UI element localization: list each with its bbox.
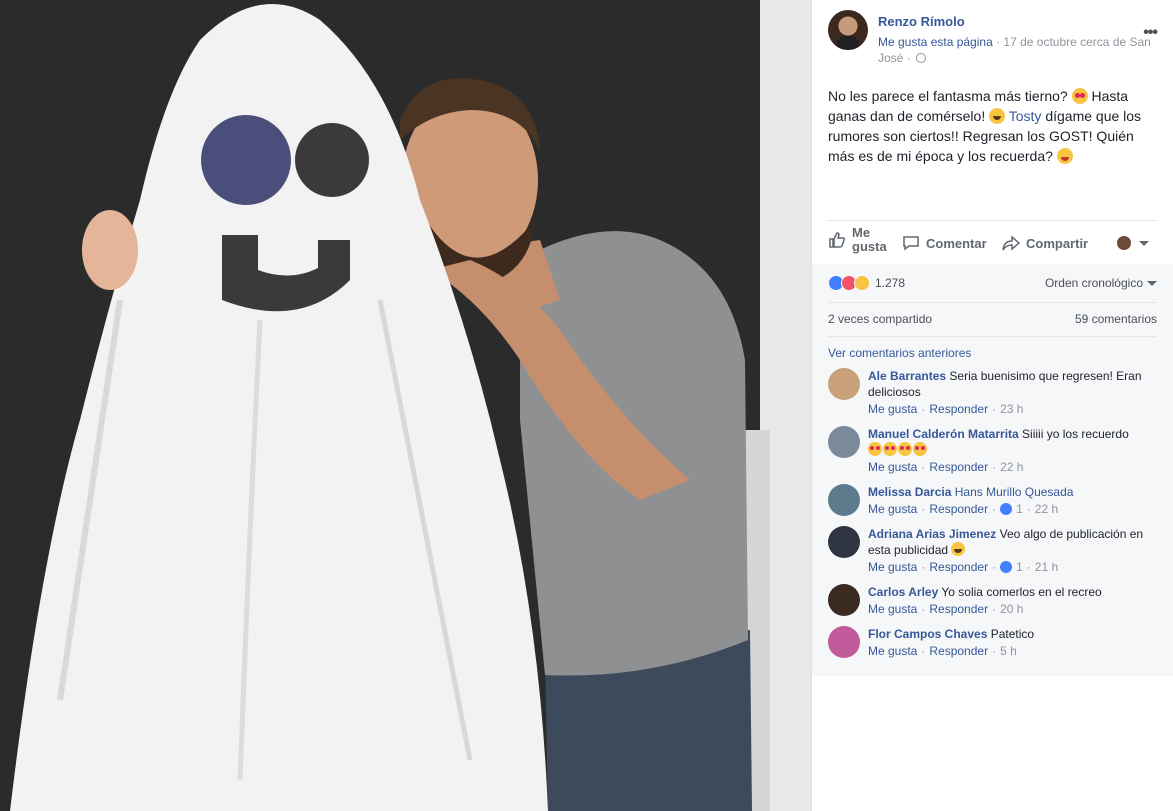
comment-icon <box>902 234 920 252</box>
post-panel: Renzo Rímolo Me gusta esta página · 17 d… <box>811 0 1173 811</box>
commenter-avatar[interactable] <box>828 526 860 558</box>
divider <box>828 336 1157 337</box>
heart-eyes-emoji-icon <box>1071 88 1088 104</box>
share-button[interactable]: Compartir <box>1002 234 1088 252</box>
commenter-name[interactable]: Ale Barrantes <box>868 369 946 383</box>
comment-time[interactable]: 23 h <box>1000 402 1023 416</box>
comment-actions: Me gusta · Responder · 20 h <box>868 602 1024 616</box>
comment-reply-link[interactable]: Responder <box>929 602 988 616</box>
heart-eyes-emoji-icon <box>883 442 897 456</box>
comment-like-link[interactable]: Me gusta <box>868 402 917 416</box>
commenter-name[interactable]: Carlos Arley <box>868 585 938 599</box>
mention-link[interactable]: Tosty <box>1009 108 1042 124</box>
divider <box>828 302 1157 303</box>
reactions-summary[interactable]: 1.278 Orden cronológico <box>828 272 1157 294</box>
commenter-name[interactable]: Adriana Arias Jimenez <box>868 527 996 541</box>
comment-like-link[interactable]: Me gusta <box>868 502 917 516</box>
comment-reply-link[interactable]: Responder <box>929 402 988 416</box>
winking-tongue-emoji-icon <box>1056 148 1073 164</box>
commenter-name[interactable]: Manuel Calderón Matarrita <box>868 427 1019 441</box>
comment-button[interactable]: Comentar <box>902 234 987 252</box>
comments-count[interactable]: 59 comentarios <box>1075 312 1157 326</box>
post-photo[interactable] <box>0 0 811 811</box>
comment-like-link[interactable]: Me gusta <box>868 644 917 658</box>
sort-dropdown[interactable]: Orden cronológico <box>1045 276 1157 290</box>
like-page-link[interactable]: Me gusta esta página <box>878 35 993 49</box>
heart-eyes-emoji-icon <box>868 442 882 456</box>
comment-item: Melissa Darcia Hans Murillo Quesada Me g… <box>828 484 1157 524</box>
comment-time[interactable]: 20 h <box>1000 602 1023 616</box>
chevron-down-icon <box>1147 280 1157 286</box>
viewer-avatar <box>1117 236 1131 250</box>
comment-item: Flor Campos Chaves Patetico Me gusta · Re… <box>828 626 1157 662</box>
commenter-name[interactable]: Melissa Darcia <box>868 485 951 499</box>
commenter-avatar[interactable] <box>828 584 860 616</box>
like-reaction-icon <box>1000 561 1013 573</box>
shares-count[interactable]: 2 veces compartido <box>828 312 932 326</box>
comment-item: Adriana Arias Jimenez Veo algo de public… <box>828 526 1157 578</box>
comment-like-link[interactable]: Me gusta <box>868 560 917 574</box>
comment-like-count[interactable]: 1 <box>1016 502 1023 516</box>
view-previous-comments-link[interactable]: Ver comentarios anteriores <box>828 346 971 360</box>
comment-item: Carlos Arley Yo solia comerlos en el rec… <box>828 584 1157 620</box>
comment-actions: Me gusta · Responder · 23 h <box>868 402 1024 416</box>
comment-time[interactable]: 21 h <box>1035 560 1058 574</box>
thumbs-up-icon <box>828 231 846 249</box>
comment-reply-link[interactable]: Responder <box>929 560 988 574</box>
comment-reply-link[interactable]: Responder <box>929 460 988 474</box>
comment-time[interactable]: 22 h <box>1035 502 1058 516</box>
like-reaction-icon <box>1000 503 1013 515</box>
comment-item: Ale Barrantes Seria buenisimo que regres… <box>828 368 1157 420</box>
comment-text: Yo solia comerlos en el recreo <box>941 585 1102 599</box>
comment-text: Patetico <box>990 627 1035 641</box>
commenter-name[interactable]: Flor Campos Chaves <box>868 627 987 641</box>
commenter-avatar[interactable] <box>828 484 860 516</box>
laughing-emoji-icon <box>951 542 966 556</box>
comment-reply-link[interactable]: Responder <box>929 502 988 516</box>
post-meta: Me gusta esta página · 17 de octubre cer… <box>878 34 1158 66</box>
globe-icon <box>916 53 927 63</box>
photo-illustration <box>0 0 811 811</box>
post-text: No les parece el fantasma más tierno? Ha… <box>828 88 1142 164</box>
laughing-emoji-icon <box>989 108 1006 124</box>
comment-like-link[interactable]: Me gusta <box>868 460 917 474</box>
commenter-avatar[interactable] <box>828 626 860 658</box>
commenter-avatar[interactable] <box>828 368 860 400</box>
heart-eyes-emoji-icon <box>913 442 927 456</box>
author-name[interactable]: Renzo Rímolo <box>878 14 965 29</box>
comment-text: Siiiii yo los recuerdo <box>1022 427 1129 441</box>
comment-actions: Me gusta · Responder · 22 h <box>868 460 1024 474</box>
shares-row: 2 veces compartido 59 comentarios <box>828 312 1157 326</box>
comment-item: Manuel Calderón Matarrita Siiiii yo los … <box>828 426 1157 478</box>
comment-reply-link[interactable]: Responder <box>929 644 988 658</box>
author-avatar[interactable] <box>828 10 868 50</box>
divider <box>828 220 1157 221</box>
comment-like-link[interactable]: Me gusta <box>868 602 917 616</box>
comment-actions: Me gusta · Responder · 5 h <box>868 644 1017 658</box>
comment-time[interactable]: 5 h <box>1000 644 1017 658</box>
chevron-down-icon <box>1139 240 1149 246</box>
commenter-avatar[interactable] <box>828 426 860 458</box>
more-options-icon[interactable]: ••• <box>1143 24 1158 42</box>
post-header: Renzo Rímolo Me gusta esta página · 17 d… <box>828 10 1161 70</box>
comment-actions: Me gusta · Responder · 1 · 22 h <box>868 502 1059 516</box>
post-actions: Me gusta Comentar Compartir <box>828 226 1161 260</box>
reaction-count: 1.278 <box>875 276 906 290</box>
haha-reaction-icon <box>854 275 870 291</box>
like-button[interactable]: Me gusta <box>828 226 892 254</box>
heart-eyes-emoji-icon <box>898 442 912 456</box>
comment-actions: Me gusta · Responder · 1 · 21 h <box>868 560 1059 574</box>
comment-time[interactable]: 22 h <box>1000 460 1023 474</box>
share-icon <box>1002 234 1021 252</box>
comment-text[interactable]: Hans Murillo Quesada <box>955 485 1074 499</box>
viewer-selector[interactable] <box>1117 236 1149 250</box>
comment-like-count[interactable]: 1 <box>1016 560 1023 574</box>
